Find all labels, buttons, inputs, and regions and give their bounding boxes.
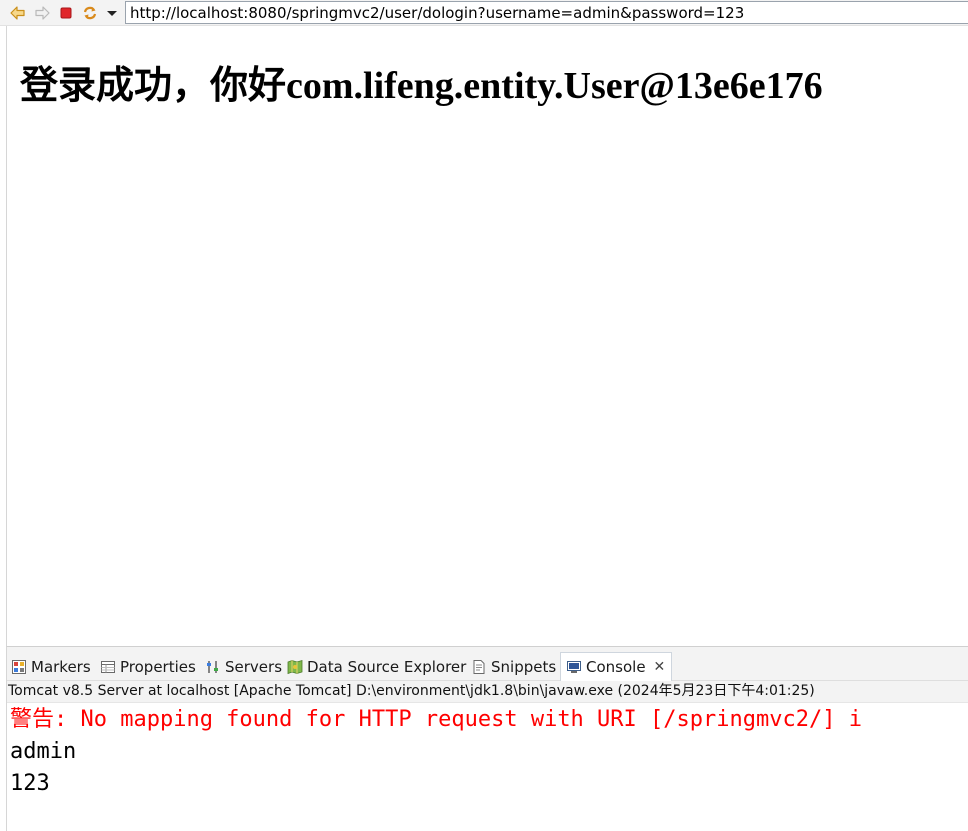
console-warning-line: 警告: No mapping found for HTTP request wi… [10, 707, 862, 732]
page-title: 登录成功，你好com.lifeng.entity.User@13e6e176 [20, 65, 823, 107]
tab-label: Markers [31, 658, 91, 676]
data-source-icon [287, 659, 303, 675]
properties-icon [100, 659, 116, 675]
snippets-icon [471, 659, 487, 675]
browser-toolbar: http://localhost:8080/springmvc2/user/do… [0, 0, 968, 26]
tab-label: Servers [225, 658, 283, 676]
views-panel: Markers Properties Servers Data Source E… [6, 646, 968, 831]
tab-label: Properties [120, 658, 196, 676]
console-icon [566, 659, 582, 675]
tab-label: Console [586, 658, 646, 676]
refresh-icon[interactable] [80, 3, 100, 23]
view-tab-strip: Markers Properties Servers Data Source E… [7, 647, 968, 681]
servers-icon [205, 659, 221, 675]
tab-markers[interactable]: Markers [11, 655, 91, 679]
tab-snippets[interactable]: Snippets [471, 655, 556, 679]
tab-data-source-explorer[interactable]: Data Source Explorer [287, 655, 466, 679]
tab-label: Snippets [491, 658, 557, 676]
forward-icon[interactable] [32, 3, 52, 23]
back-icon[interactable] [8, 3, 28, 23]
tab-properties[interactable]: Properties [100, 655, 196, 679]
web-page: 登录成功，你好com.lifeng.entity.User@13e6e176 [6, 26, 968, 646]
tab-label: Data Source Explorer [307, 658, 467, 676]
tab-console[interactable]: Console ✕ [560, 652, 673, 681]
console-line: 123 [10, 771, 50, 796]
console-output[interactable]: 警告: No mapping found for HTTP request wi… [7, 703, 968, 831]
close-icon[interactable]: ✕ [654, 659, 666, 675]
markers-icon [11, 659, 27, 675]
url-input[interactable]: http://localhost:8080/springmvc2/user/do… [125, 1, 968, 24]
stop-icon[interactable] [56, 3, 76, 23]
console-line: admin [10, 739, 77, 764]
dropdown-icon[interactable] [102, 3, 122, 23]
tab-servers[interactable]: Servers [205, 655, 282, 679]
console-process-info: Tomcat v8.5 Server at localhost [Apache … [7, 681, 968, 703]
